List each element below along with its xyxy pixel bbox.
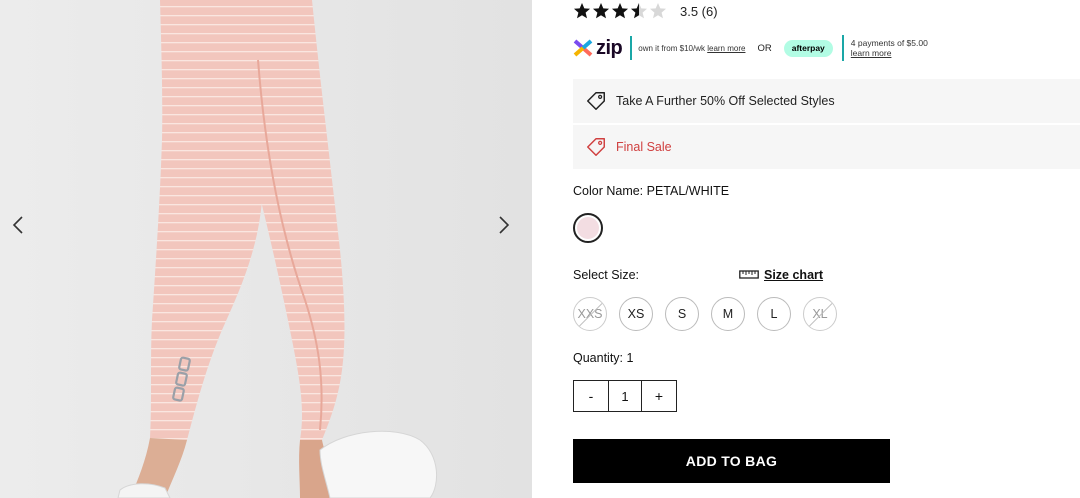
size-option-m[interactable]: M: [711, 297, 745, 331]
zip-divider: [630, 36, 633, 60]
color-swatch-fill: [577, 217, 599, 239]
quantity-increase-button[interactable]: +: [642, 381, 676, 411]
chevron-left-icon: [12, 216, 23, 234]
star-icon: [593, 3, 609, 19]
size-option-xs[interactable]: XS: [619, 297, 653, 331]
color-swatch-petal-white[interactable]: [573, 213, 603, 243]
color-name-label: Color Name: PETAL/WHITE: [573, 184, 730, 198]
size-option-xl[interactable]: XL: [803, 297, 837, 331]
rating-text: 3.5 (6): [680, 3, 718, 19]
chevron-right-icon: [499, 216, 510, 234]
promo-banner-discount: Take A Further 50% Off Selected Styles: [573, 79, 1080, 123]
quantity-decrease-button[interactable]: -: [574, 381, 608, 411]
afterpay-wordmark: afterpay: [791, 43, 825, 53]
afterpay-learn-more-link[interactable]: learn more: [851, 48, 928, 58]
sale-tag-icon: [587, 138, 605, 156]
select-size-label: Select Size:: [573, 268, 640, 282]
size-chart-text: Size chart: [764, 268, 824, 282]
zip-mark-icon: [573, 39, 593, 57]
zip-learn-more-link[interactable]: learn more: [707, 44, 745, 53]
afterpay-divider: [841, 35, 844, 61]
product-details-panel: 3.5 (6) zip own it from $10/wk learn mor…: [573, 0, 1080, 498]
star-icon: [574, 3, 590, 19]
size-option-xxs[interactable]: XXS: [573, 297, 607, 331]
afterpay-logo[interactable]: afterpay: [783, 39, 833, 57]
promo-banner-final-sale: Final Sale: [573, 125, 1080, 169]
zip-text: own it from $10/wk: [638, 43, 705, 53]
previous-image-arrow[interactable]: [3, 210, 33, 240]
size-chart-link[interactable]: Size chart: [739, 268, 823, 282]
or-separator: OR: [757, 42, 772, 54]
star-icon: [650, 3, 666, 19]
rating-stars: [573, 2, 667, 20]
quantity-label: Quantity: 1: [573, 351, 634, 365]
product-photo: [117, 0, 438, 498]
size-option-s[interactable]: S: [665, 297, 699, 331]
final-sale-text: Final Sale: [616, 140, 672, 154]
quantity-value[interactable]: 1: [608, 381, 642, 411]
star-icon: [631, 3, 647, 19]
product-rating[interactable]: 3.5 (6): [573, 0, 718, 22]
zip-wordmark: zip: [596, 36, 623, 59]
afterpay-info: 4 payments of $5.00 learn more: [851, 38, 928, 58]
ruler-icon: [739, 270, 759, 279]
promo-discount-text: Take A Further 50% Off Selected Styles: [616, 94, 835, 108]
zip-logo[interactable]: zip: [573, 36, 623, 60]
tag-icon: [587, 92, 605, 110]
size-option-l[interactable]: L: [757, 297, 791, 331]
afterpay-text: 4 payments of $5.00: [850, 38, 928, 48]
size-options: XXS XS S M L XL: [573, 297, 837, 331]
add-to-bag-button[interactable]: ADD TO BAG: [573, 439, 890, 483]
payment-options: zip own it from $10/wk learn more OR aft…: [573, 34, 973, 62]
quantity-stepper: - 1 +: [573, 380, 677, 412]
next-image-arrow[interactable]: [489, 210, 519, 240]
star-icon: [612, 3, 628, 19]
zip-info: own it from $10/wk learn more: [638, 44, 745, 53]
product-image-gallery: [0, 0, 532, 498]
